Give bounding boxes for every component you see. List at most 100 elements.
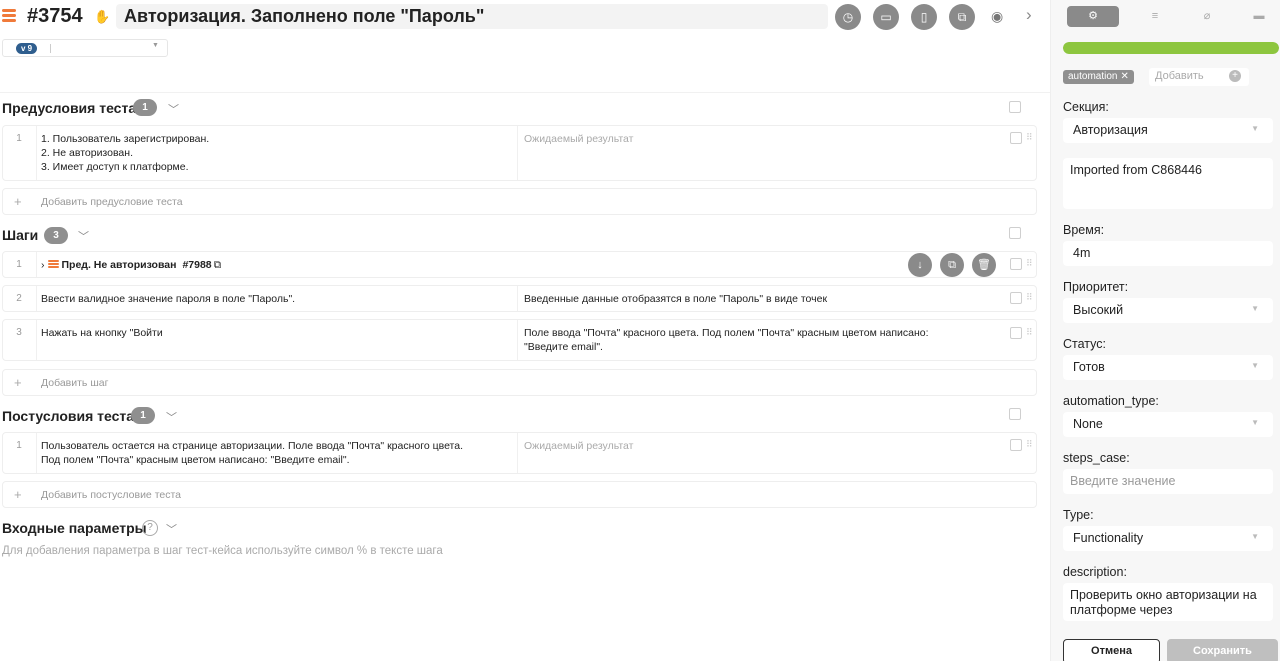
precondition-row[interactable]: 1 1. Пользователь зарегистрирован. 2. Не… xyxy=(2,125,1037,181)
shared-step-ref[interactable]: #7988 xyxy=(182,259,211,271)
description-textarea[interactable]: Проверить окно авторизации на платформе … xyxy=(1063,583,1273,621)
progress-fill xyxy=(1063,42,1279,54)
add-step-button[interactable]: + Добавить шаг xyxy=(2,369,1037,396)
drag-handle-icon[interactable]: ⠿ xyxy=(1026,327,1033,338)
drag-handle-icon[interactable]: ⠿ xyxy=(1026,258,1033,269)
row-checkbox[interactable] xyxy=(1010,258,1022,270)
row-text[interactable]: Пользователь остается на странице автори… xyxy=(41,439,511,467)
expected-result[interactable]: Поле ввода "Почта" красного цвета. Под п… xyxy=(524,326,964,354)
row-checkbox[interactable] xyxy=(1010,327,1022,339)
chevron-down-icon[interactable]: ﹀ xyxy=(166,521,177,537)
row-checkbox[interactable] xyxy=(1010,439,1022,451)
row-checkbox[interactable] xyxy=(1010,292,1022,304)
chevron-down-icon[interactable]: ﹀ xyxy=(168,101,179,117)
select-all-checkbox[interactable] xyxy=(1009,227,1021,239)
chevron-down-icon: ▼ xyxy=(1251,361,1259,370)
copy-icon[interactable]: ⧉ xyxy=(949,4,975,30)
field-value: Готов xyxy=(1073,360,1105,374)
tag-chip[interactable]: automation ✕ xyxy=(1063,70,1134,84)
params-title: Входные параметры xyxy=(2,520,147,536)
divider xyxy=(36,252,37,277)
divider xyxy=(517,320,518,360)
eye-icon[interactable]: ◉ xyxy=(991,8,1003,25)
step-row[interactable]: 2 Ввести валидное значение пароля в поле… xyxy=(2,285,1037,312)
shared-step-name: Пред. Не авторизован xyxy=(61,259,177,271)
params-hint: Для добавления параметра в шаг тест-кейс… xyxy=(2,545,443,557)
add-postcondition-button[interactable]: + Добавить постусловие теста xyxy=(2,481,1037,508)
expected-result[interactable]: Ожидаемый результат xyxy=(524,439,964,453)
select-all-checkbox[interactable] xyxy=(1009,101,1021,113)
chevron-down-icon[interactable]: ﹀ xyxy=(78,228,89,244)
row-text[interactable]: Нажать на кнопку "Войти xyxy=(41,326,511,340)
tag-add-input[interactable]: Добавить + xyxy=(1149,68,1249,86)
add-label: Добавить постусловие теста xyxy=(41,489,182,501)
priority-select[interactable]: Высокий ▼ xyxy=(1063,298,1273,323)
chevron-right-icon[interactable]: › xyxy=(1026,5,1032,25)
chevron-down-icon: ▼ xyxy=(1251,532,1259,541)
imported-textarea[interactable]: Imported from C868446 xyxy=(1063,158,1273,209)
select-all-checkbox[interactable] xyxy=(1009,408,1021,420)
status-select[interactable]: Готов ▼ xyxy=(1063,355,1273,380)
postcondition-row[interactable]: 1 Пользователь остается на странице авто… xyxy=(2,432,1037,474)
row-number: 1 xyxy=(16,133,22,144)
preconditions-title: Предусловия теста xyxy=(2,100,137,116)
add-precondition-button[interactable]: + Добавить предусловие теста xyxy=(2,188,1037,215)
document-icon[interactable]: ▯ xyxy=(911,4,937,30)
row-text[interactable]: 1. Пользователь зарегистрирован. 2. Не а… xyxy=(41,132,511,174)
save-button[interactable]: Сохранить xyxy=(1167,639,1278,661)
help-icon[interactable]: ? xyxy=(142,520,158,536)
case-id: #3754 xyxy=(27,5,83,27)
external-link-icon[interactable]: ⧉ xyxy=(214,259,222,271)
copy-icon[interactable]: ⧉ xyxy=(940,253,964,277)
field-label: steps_case: xyxy=(1063,451,1130,465)
shared-step-row[interactable]: 1 › Пред. Не авторизован #7988 ⧉ ↓ ⧉ 🗑 ⠿ xyxy=(2,251,1037,278)
divider xyxy=(50,44,51,53)
row-text[interactable]: Ввести валидное значение пароля в поле "… xyxy=(41,292,511,306)
section-select[interactable]: Авторизация ▼ xyxy=(1063,118,1273,143)
tab-comments[interactable]: ▬ xyxy=(1233,6,1280,27)
cancel-button[interactable]: Отмена xyxy=(1063,639,1160,661)
row-number: 3 xyxy=(16,327,22,338)
sidebar-tabs: ⚙ ≡ ⌀ ▬ xyxy=(1063,6,1273,27)
automation-type-select[interactable]: None ▼ xyxy=(1063,412,1273,437)
tab-settings[interactable]: ⚙ xyxy=(1067,6,1119,27)
tab-attachments[interactable]: ⌀ xyxy=(1181,6,1233,27)
divider xyxy=(36,320,37,360)
close-icon[interactable]: ✕ xyxy=(1120,71,1128,82)
plus-icon[interactable]: + xyxy=(1229,70,1241,82)
plus-icon: + xyxy=(14,375,22,390)
divider xyxy=(517,433,518,473)
field-label: Приоритет: xyxy=(1063,280,1129,294)
field-placeholder: Введите значение xyxy=(1070,474,1176,488)
version-selector[interactable]: v 9 ▼ xyxy=(2,39,168,57)
expected-result[interactable]: Введенные данные отобразятся в поле "Пар… xyxy=(524,292,964,306)
type-select[interactable]: Functionality ▼ xyxy=(1063,526,1273,551)
list-icon: ≡ xyxy=(1151,10,1159,22)
expected-result[interactable]: Ожидаемый результат xyxy=(524,132,964,146)
tag-label: automation xyxy=(1068,71,1118,82)
step-row[interactable]: 3 Нажать на кнопку "Войти Поле ввода "По… xyxy=(2,319,1037,361)
row-checkbox[interactable] xyxy=(1010,132,1022,144)
hand-icon[interactable]: ✋ xyxy=(94,9,110,25)
drag-handle-icon[interactable]: ⠿ xyxy=(1026,439,1033,450)
steps-case-input[interactable]: Введите значение xyxy=(1063,469,1273,494)
main-panel: #3754 ✋ Авторизация. Заполнено поле "Пар… xyxy=(0,0,1050,661)
download-icon[interactable]: ↓ xyxy=(908,253,932,277)
chevron-down-icon: ▼ xyxy=(1251,304,1259,313)
tab-list[interactable]: ≡ xyxy=(1129,6,1181,27)
history-icon[interactable]: ◷ xyxy=(835,4,861,30)
time-input[interactable]: 4m xyxy=(1063,241,1273,266)
drag-handle-icon[interactable]: ⠿ xyxy=(1026,132,1033,143)
drag-handle-icon[interactable]: ⠿ xyxy=(1026,292,1033,303)
row-number: 1 xyxy=(16,440,22,451)
book-icon[interactable]: ▭ xyxy=(873,4,899,30)
chevron-right-icon[interactable]: › xyxy=(41,259,45,271)
progress-bar xyxy=(1063,42,1279,54)
case-title-input[interactable]: Авторизация. Заполнено поле "Пароль" xyxy=(116,4,828,29)
chevron-down-icon: ▼ xyxy=(152,42,159,49)
chevron-down-icon[interactable]: ﹀ xyxy=(166,409,177,425)
shared-step-title[interactable]: › Пред. Не авторизован #7988 ⧉ xyxy=(41,259,221,272)
divider xyxy=(36,126,37,180)
trash-icon[interactable]: 🗑 xyxy=(972,253,996,277)
row-number: 1 xyxy=(16,259,22,270)
